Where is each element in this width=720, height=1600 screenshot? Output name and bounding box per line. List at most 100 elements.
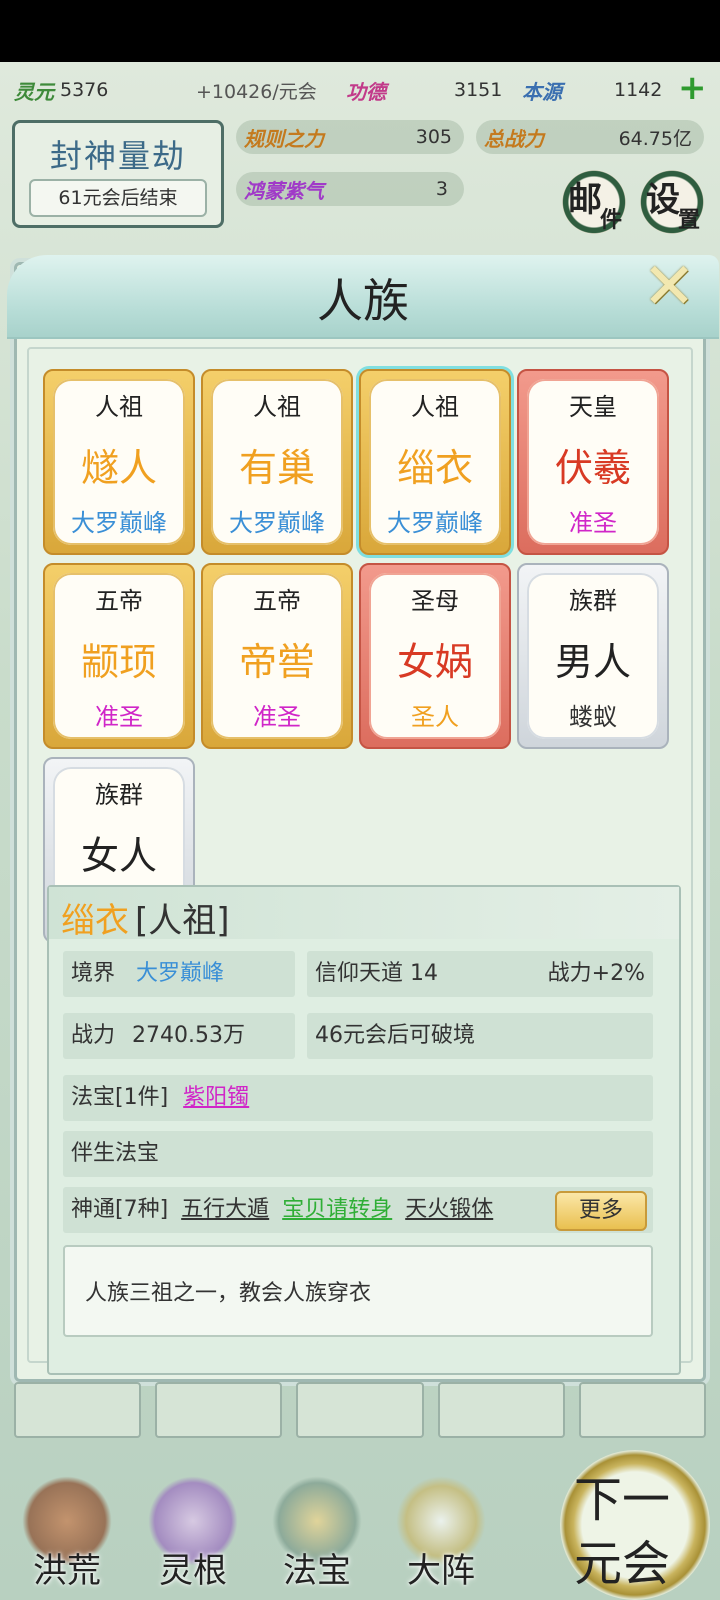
zhanli-bonus: 战力+2% bbox=[547, 961, 645, 986]
gongde-label: 功德 bbox=[346, 76, 386, 104]
nav-label: 洪荒 bbox=[33, 1551, 101, 1591]
fabao-label: 法宝[1件] bbox=[71, 1085, 169, 1110]
gongde-value: 3151 bbox=[454, 79, 503, 101]
hongmeng-label: 鸿蒙紫气 bbox=[244, 178, 324, 203]
detail-header: 缁衣 [人祖] bbox=[49, 887, 679, 941]
card-name: 缁衣 bbox=[396, 446, 473, 490]
card-title: 人祖 bbox=[253, 393, 301, 421]
mail-button[interactable]: 邮 件 bbox=[562, 170, 626, 234]
card-zhuanxu[interactable]: 五帝 颛顼 准圣 bbox=[43, 563, 195, 749]
lingyuan-resource: 灵元 5376 bbox=[14, 76, 108, 104]
nav-honghuang[interactable]: 洪荒 bbox=[8, 1470, 126, 1596]
fabao-cell: 法宝[1件] 紫阳镯 bbox=[63, 1075, 653, 1121]
lingyuan-rate: +10426/元会 bbox=[196, 80, 317, 103]
card-title: 五帝 bbox=[253, 587, 301, 615]
slot bbox=[14, 1382, 142, 1438]
settings-button-small: 置 bbox=[677, 207, 700, 233]
card-title: 人祖 bbox=[411, 393, 459, 421]
card-nuwa[interactable]: 圣母 女娲 圣人 bbox=[359, 563, 511, 749]
next-era-button[interactable]: 下一 元会 bbox=[560, 1450, 710, 1600]
guize-stat: 规则之力 305 bbox=[236, 120, 464, 154]
jingjie-cell: 境界 大罗巅峰 bbox=[63, 951, 295, 997]
jingjie-label: 境界 bbox=[71, 961, 116, 986]
mail-button-small: 件 bbox=[599, 207, 622, 233]
guize-value: 305 bbox=[415, 126, 452, 148]
settings-button[interactable]: 设 置 bbox=[640, 170, 704, 234]
nav-dazhen[interactable]: 大阵 bbox=[382, 1470, 500, 1596]
card-realm: 大罗巅峰 bbox=[387, 509, 483, 537]
card-name: 颛顼 bbox=[80, 640, 157, 684]
card-title: 族群 bbox=[569, 587, 617, 615]
nav-fabao[interactable]: 法宝 bbox=[258, 1470, 376, 1596]
detail-rank: [人祖] bbox=[135, 901, 230, 941]
nav-linggen[interactable]: 灵根 bbox=[134, 1470, 252, 1596]
card-fuxi[interactable]: 天皇 伏羲 准圣 bbox=[517, 369, 669, 555]
card-suiren[interactable]: 人祖 燧人 大罗巅峰 bbox=[43, 369, 195, 555]
xinyang-cell: 信仰天道 14 战力+2% bbox=[307, 951, 653, 997]
nav-label: 大阵 bbox=[407, 1551, 475, 1591]
card-name: 帝喾 bbox=[238, 640, 315, 684]
card-realm: 圣人 bbox=[411, 703, 459, 731]
nav-label: 法宝 bbox=[283, 1551, 351, 1591]
card-title: 天皇 bbox=[569, 393, 617, 421]
card-name: 男人 bbox=[554, 640, 631, 684]
slot-row bbox=[14, 1382, 707, 1438]
zhanli-cell: 战力 2740.53万 bbox=[63, 1013, 295, 1059]
card-realm: 准圣 bbox=[95, 703, 143, 731]
event-countdown: 61元会后结束 bbox=[29, 179, 207, 217]
card-realm: 准圣 bbox=[253, 703, 301, 731]
add-resource-icon[interactable]: + bbox=[678, 71, 708, 105]
breakthrough-cell: 46元会后可破境 bbox=[307, 1013, 653, 1059]
mail-button-big: 邮 bbox=[568, 180, 602, 220]
close-button[interactable]: ✕ bbox=[639, 255, 699, 319]
card-title: 人祖 bbox=[95, 393, 143, 421]
card-nanren[interactable]: 族群 男人 蝼蚁 bbox=[517, 563, 669, 749]
card-title: 五帝 bbox=[95, 587, 143, 615]
modal-header: 人族 ✕ bbox=[7, 255, 719, 339]
jingjie-value: 大罗巅峰 bbox=[136, 961, 225, 986]
slot bbox=[437, 1382, 565, 1438]
more-button[interactable]: 更多 bbox=[555, 1191, 647, 1231]
zhanli-value: 2740.53万 bbox=[132, 1023, 245, 1048]
card-ziyi[interactable]: 人祖 缁衣 大罗巅峰 bbox=[359, 369, 511, 555]
slot bbox=[578, 1382, 707, 1438]
card-name: 女人 bbox=[80, 834, 157, 878]
shentong-label: 神通[7种] bbox=[71, 1197, 169, 1222]
next-era-line2: 元会 bbox=[574, 1536, 671, 1592]
card-realm: 蝼蚁 bbox=[569, 703, 617, 731]
shentong-item-baobei[interactable]: 宝贝请转身 bbox=[282, 1197, 392, 1222]
description-box: 人族三祖之一，教会人族穿衣 bbox=[63, 1245, 653, 1337]
zongzhanli-stat: 总战力 64.75亿 bbox=[476, 120, 704, 154]
event-panel[interactable]: 封神量劫 61元会后结束 bbox=[12, 120, 224, 228]
detail-name: 缁衣 bbox=[61, 901, 129, 941]
shentong-item-tianhuo[interactable]: 天火锻体 bbox=[405, 1197, 493, 1222]
slot bbox=[296, 1382, 424, 1438]
card-realm: 准圣 bbox=[569, 509, 617, 537]
gongde-label-text: 功德 bbox=[346, 79, 386, 104]
lingyuan-value: 5376 bbox=[60, 79, 109, 101]
shentong-item-wuxing[interactable]: 五行大遁 bbox=[181, 1197, 269, 1222]
zongzhanli-label: 总战力 bbox=[484, 126, 544, 151]
shentong-cell: 神通[7种] 五行大遁 宝贝请转身 天火锻体 更多 bbox=[63, 1187, 653, 1233]
zongzhanli-value: 64.75亿 bbox=[618, 127, 692, 150]
card-name: 有巢 bbox=[238, 446, 315, 490]
slot bbox=[155, 1382, 283, 1438]
card-name: 伏羲 bbox=[554, 446, 631, 490]
card-realm: 大罗巅峰 bbox=[229, 509, 325, 537]
benyuan-label-text: 本源 bbox=[522, 79, 562, 104]
guize-label: 规则之力 bbox=[244, 126, 324, 151]
hongmeng-value: 3 bbox=[435, 178, 448, 200]
card-name: 女娲 bbox=[396, 640, 473, 684]
status-bar bbox=[0, 0, 720, 62]
fabao-item-link[interactable]: 紫阳镯 bbox=[183, 1085, 249, 1110]
bansheng-cell: 伴生法宝 bbox=[63, 1131, 653, 1177]
benyuan-label: 本源 bbox=[522, 76, 562, 104]
modal-title: 人族 bbox=[317, 274, 409, 328]
card-title: 族群 bbox=[95, 781, 143, 809]
card-diku[interactable]: 五帝 帝喾 准圣 bbox=[201, 563, 353, 749]
hongmeng-stat: 鸿蒙紫气 3 bbox=[236, 172, 464, 206]
zhanli-label: 战力 bbox=[71, 1023, 116, 1048]
card-youchao[interactable]: 人祖 有巢 大罗巅峰 bbox=[201, 369, 353, 555]
lingyuan-label: 灵元 bbox=[14, 79, 54, 104]
race-modal: 人族 ✕ 人祖 燧人 大罗巅峰 人祖 有巢 大罗巅峰 人祖 缁衣 大罗巅峰 天皇… bbox=[7, 255, 719, 1382]
